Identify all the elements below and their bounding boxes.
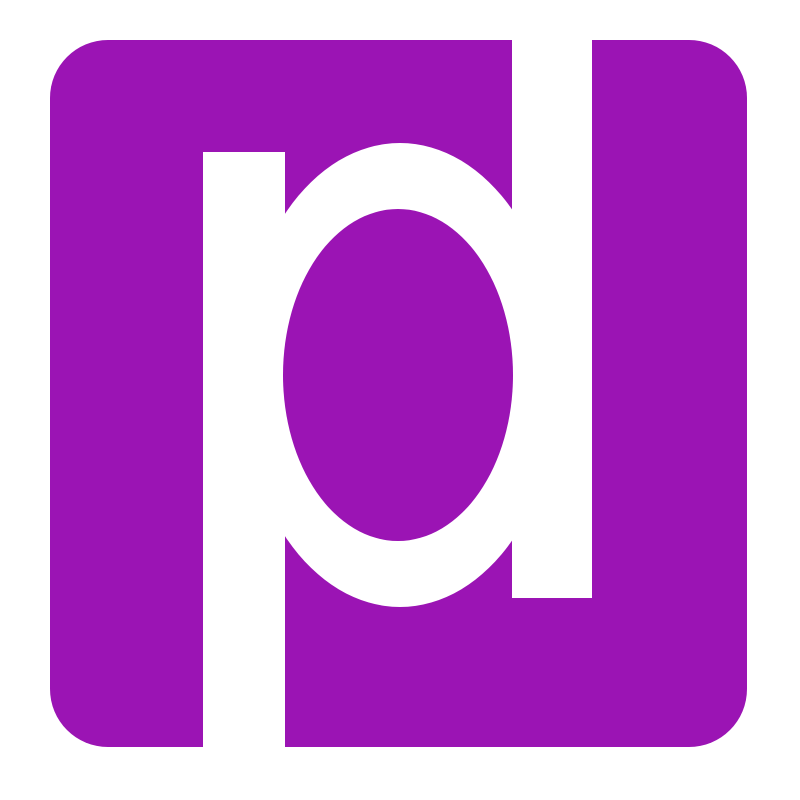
app-icon-canvas xyxy=(0,0,800,800)
letter-bowl-counter xyxy=(283,209,513,541)
pd-logo xyxy=(50,0,747,800)
